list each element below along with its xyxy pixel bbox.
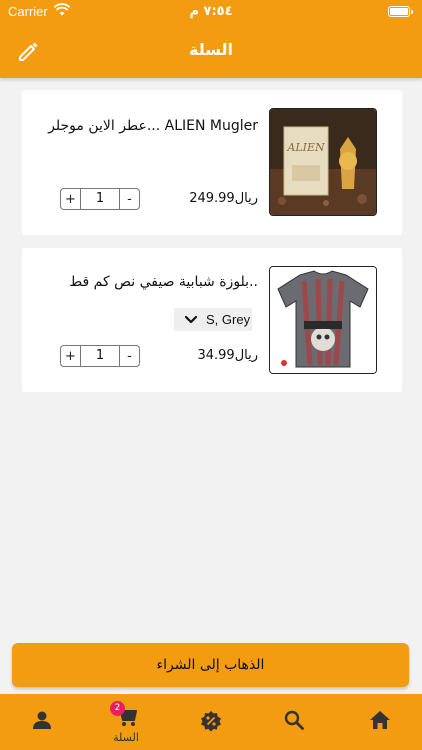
quantity-stepper: + 1 - [60,345,140,367]
page-title: السلة [188,40,233,59]
product-image[interactable] [269,266,377,374]
tab-bar: 2 السلة [0,694,422,750]
tab-offers[interactable] [180,694,240,750]
tab-cart-label: السلة [113,731,139,744]
tab-profile[interactable] [12,694,72,750]
increase-quantity-button[interactable]: + [61,189,81,209]
discount-icon [201,711,221,732]
status-time: ٧:٥٤ م [189,4,233,19]
checkout-button[interactable]: الذهاب إلى الشراء [12,643,409,687]
product-price: 34.99ريال [197,348,258,363]
quantity-value: 1 [95,191,105,206]
chevron-down-icon [184,315,198,323]
product-name[interactable]: بلوزة شبابية صيفي نص كم قط.. [38,274,258,290]
cart-item: ALIEN عطر الاين موجلر... ALIEN Mugler 24… [22,90,402,235]
tab-search[interactable] [264,694,324,750]
tab-home[interactable] [349,694,409,750]
battery-icon [388,6,413,17]
home-icon [370,711,390,729]
svg-text:ALIEN: ALIEN [286,141,325,154]
quantity-stepper: + 1 - [60,188,140,210]
decrease-quantity-button[interactable]: - [119,346,139,366]
search-icon [284,710,304,730]
status-bar: Carrier ٧:٥٤ م [0,0,422,24]
checkout-label: الذهاب إلى الشراء [156,657,265,673]
quantity-value: 1 [95,348,105,363]
product-name[interactable]: عطر الاين موجلر... ALIEN Mugler [38,118,258,134]
variant-label: S, Grey [206,312,251,327]
person-icon [33,711,51,729]
tab-cart[interactable]: 2 السلة [96,694,156,750]
decrease-quantity-button[interactable]: - [119,189,139,209]
product-price: 249.99ريال [189,191,258,206]
cart-item: بلوزة شبابية صيفي نص كم قط.. S, Grey 34.… [22,248,402,392]
variant-selector[interactable]: S, Grey [174,308,252,331]
increase-quantity-button[interactable]: + [61,346,81,366]
cart-badge: 2 [110,701,125,716]
app-header: السلة [0,24,422,78]
product-image[interactable]: ALIEN [269,108,377,216]
